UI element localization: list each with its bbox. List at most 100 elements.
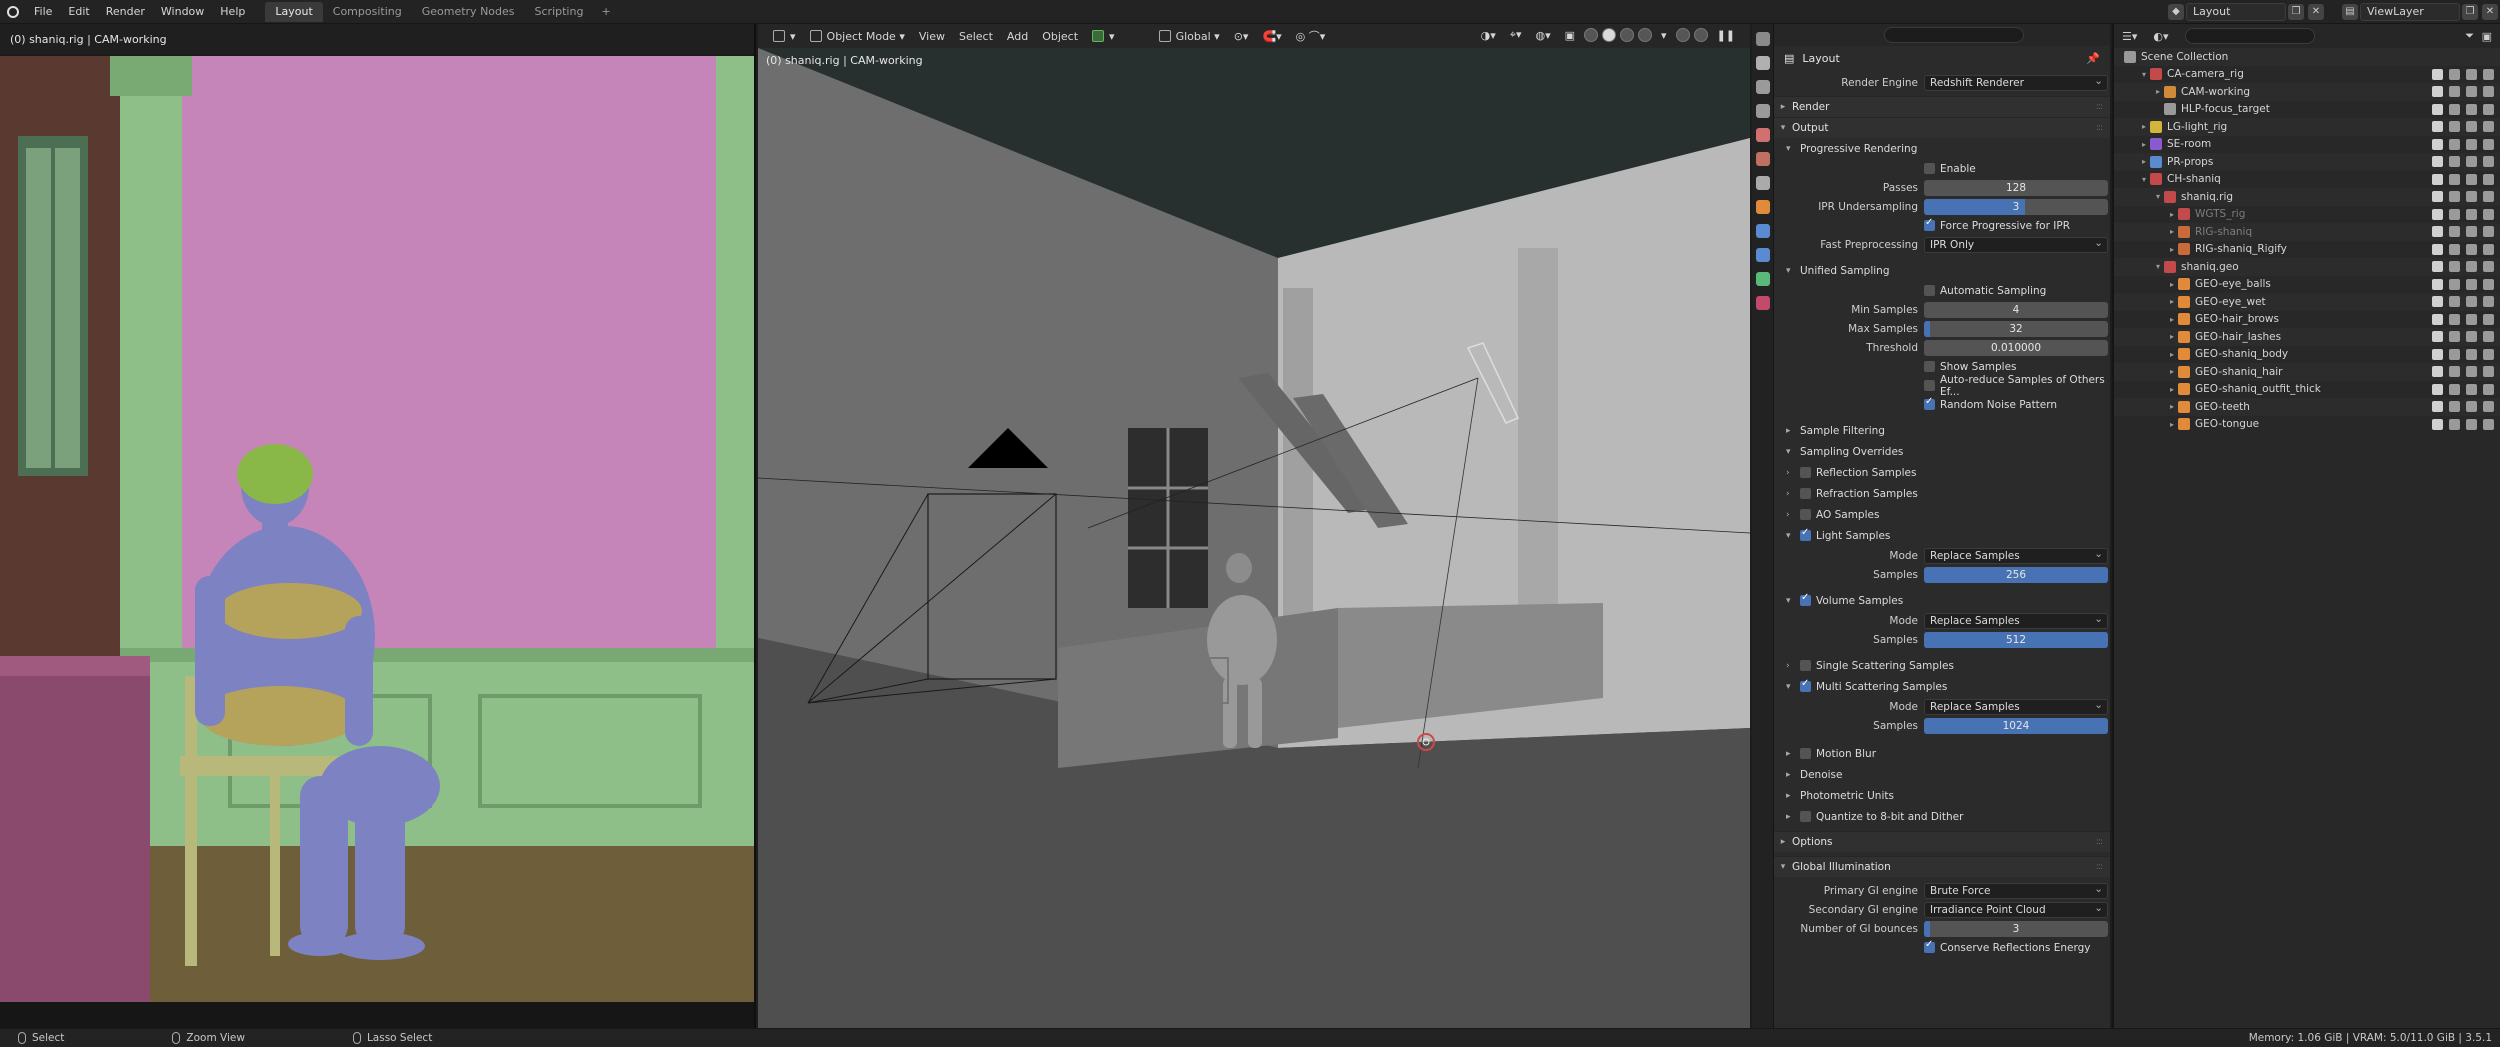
outliner-row[interactable]: ▾ shaniq.geo <box>2114 258 2500 276</box>
menu-add[interactable]: Add <box>1000 30 1035 43</box>
expand-arrow-icon[interactable]: ▾ <box>2138 175 2150 184</box>
subpanel-motion-blur[interactable]: ▸ Motion Blur <box>1774 743 2110 764</box>
camera-icon[interactable] <box>2483 313 2494 325</box>
subpanel-sampling-overrides[interactable]: ▾ Sampling Overrides <box>1774 441 2110 462</box>
outliner-row[interactable]: ▸ RIG-shaniq <box>2114 223 2500 241</box>
outliner-search-input[interactable] <box>2184 28 2315 44</box>
physics-tab-icon[interactable] <box>1756 248 1770 262</box>
subpanel-unified[interactable]: ▾ Unified Sampling <box>1774 260 2110 281</box>
exclude-checkbox-icon[interactable] <box>2432 383 2443 395</box>
menu-file[interactable]: File <box>26 0 60 24</box>
force-prog-row[interactable]: Force Progressive for IPR <box>1774 216 2110 235</box>
outliner-row[interactable]: ▸ RIG-shaniq_Rigify <box>2114 241 2500 259</box>
select-arrow-icon[interactable] <box>2449 261 2460 273</box>
camera-icon[interactable] <box>2483 208 2494 220</box>
conserve-row[interactable]: Conserve Reflections Energy <box>1774 938 2110 957</box>
outliner-row[interactable]: ▸ GEO-tongue <box>2114 416 2500 434</box>
constraints-tab-icon[interactable] <box>1756 272 1770 286</box>
subpanel-light[interactable]: ▾Light Samples <box>1774 525 2110 546</box>
camera-icon[interactable] <box>2483 226 2494 238</box>
enable-checkbox[interactable] <box>1924 163 1935 174</box>
exclude-checkbox-icon[interactable] <box>2432 191 2443 203</box>
camera-icon[interactable] <box>2483 86 2494 98</box>
camera-render-scene[interactable] <box>0 56 756 1002</box>
outliner-row[interactable]: ▸ GEO-shaniq_hair <box>2114 363 2500 381</box>
reflection-checkbox[interactable] <box>1800 467 1811 478</box>
exclude-checkbox-icon[interactable] <box>2432 331 2443 343</box>
render-button[interactable] <box>1675 28 1690 42</box>
eye-icon[interactable] <box>2466 296 2477 308</box>
xray-icon[interactable]: ▣ <box>1558 28 1582 42</box>
single-scatter-checkbox[interactable] <box>1800 660 1811 671</box>
expand-arrow-icon[interactable]: ▸ <box>2166 227 2178 236</box>
select-arrow-icon[interactable] <box>2449 86 2460 98</box>
menu-window[interactable]: Window <box>153 0 212 24</box>
volume-checkbox[interactable] <box>1800 592 1811 606</box>
menu-edit[interactable]: Edit <box>60 0 97 24</box>
exclude-checkbox-icon[interactable] <box>2432 401 2443 413</box>
camera-icon[interactable] <box>2483 366 2494 378</box>
light-samples-slider[interactable]: 256 <box>1924 566 2108 583</box>
select-arrow-icon[interactable] <box>2449 278 2460 290</box>
copy-scene-icon[interactable]: ❐ <box>2288 4 2304 20</box>
show-samples-checkbox[interactable] <box>1924 361 1935 372</box>
camera-icon[interactable] <box>2483 348 2494 360</box>
camera-icon[interactable] <box>2483 138 2494 150</box>
collection-tab-icon[interactable] <box>1756 176 1770 190</box>
camera-icon[interactable] <box>2483 156 2494 168</box>
expand-arrow-icon[interactable]: ▸ <box>2166 210 2178 219</box>
eye-icon[interactable] <box>2466 348 2477 360</box>
menu-select[interactable]: Select <box>952 30 1000 43</box>
eye-icon[interactable] <box>2466 208 2477 220</box>
mode-selector[interactable]: Object Mode ▾ <box>803 30 912 43</box>
select-arrow-icon[interactable] <box>2449 401 2460 413</box>
outliner-row[interactable]: HLP-focus_target <box>2114 101 2500 119</box>
exclude-checkbox-icon[interactable] <box>2432 103 2443 115</box>
close-view-layer-icon[interactable]: ✕ <box>2482 4 2498 20</box>
outliner-row[interactable]: ▾ CH-shaniq <box>2114 171 2500 189</box>
auto-reduce-checkbox[interactable] <box>1924 380 1935 391</box>
select-arrow-icon[interactable] <box>2449 243 2460 255</box>
exclude-checkbox-icon[interactable] <box>2432 243 2443 255</box>
blender-logo-icon[interactable] <box>0 0 26 24</box>
scene-icon[interactable]: ◆ <box>2168 4 2184 20</box>
view-layer-icon[interactable]: ▤ <box>2342 4 2358 20</box>
force-prog-checkbox[interactable] <box>1924 217 1935 231</box>
render-region-button[interactable] <box>1693 28 1708 42</box>
exclude-checkbox-icon[interactable] <box>2432 173 2443 185</box>
expand-arrow-icon[interactable]: ▸ <box>2166 280 2178 289</box>
auto-reduce-row[interactable]: Auto-reduce Samples of Others Ef... <box>1774 374 2110 398</box>
eye-icon[interactable] <box>2466 226 2477 238</box>
outliner-row[interactable]: ▾ CA-camera_rig <box>2114 66 2500 84</box>
select-arrow-icon[interactable] <box>2449 383 2460 395</box>
tool-tab-icon[interactable] <box>1756 32 1770 46</box>
eye-icon[interactable] <box>2466 156 2477 168</box>
render-tab-icon[interactable] <box>1756 56 1770 70</box>
outliner-row[interactable]: ▸ GEO-eye_balls <box>2114 276 2500 294</box>
select-arrow-icon[interactable] <box>2449 331 2460 343</box>
quantize-checkbox[interactable] <box>1800 811 1811 822</box>
outliner-root[interactable]: Scene Collection <box>2114 48 2500 66</box>
object-tab-icon[interactable] <box>1756 200 1770 214</box>
random-noise-checkbox[interactable] <box>1924 396 1935 410</box>
menu-render[interactable]: Render <box>98 0 153 24</box>
select-arrow-icon[interactable] <box>2449 173 2460 185</box>
tab-geometry-nodes[interactable]: Geometry Nodes <box>412 2 525 22</box>
exclude-checkbox-icon[interactable] <box>2432 68 2443 80</box>
select-arrow-icon[interactable] <box>2449 156 2460 168</box>
secondary-gi-dropdown[interactable]: Irradiance Point Cloud <box>1924 901 2108 918</box>
gizmo-icon[interactable]: ⌖▾ <box>1503 28 1529 42</box>
exclude-checkbox-icon[interactable] <box>2432 121 2443 133</box>
scene-field[interactable]: Layout <box>2186 3 2286 21</box>
visibility-icon[interactable]: ◑▾ <box>1474 28 1503 42</box>
menu-help[interactable]: Help <box>212 0 253 24</box>
exclude-checkbox-icon[interactable] <box>2432 313 2443 325</box>
exclude-checkbox-icon[interactable] <box>2432 348 2443 360</box>
add-workspace-button[interactable]: + <box>593 5 618 18</box>
outliner-row[interactable]: ▸ LG-light_rig <box>2114 118 2500 136</box>
expand-arrow-icon[interactable]: ▸ <box>2166 420 2178 429</box>
camera-icon[interactable] <box>2483 278 2494 290</box>
panel-output[interactable]: ▾ Output::: <box>1774 117 2110 138</box>
view-layer-field[interactable]: ViewLayer <box>2360 3 2460 21</box>
expand-arrow-icon[interactable]: ▾ <box>2138 70 2150 79</box>
